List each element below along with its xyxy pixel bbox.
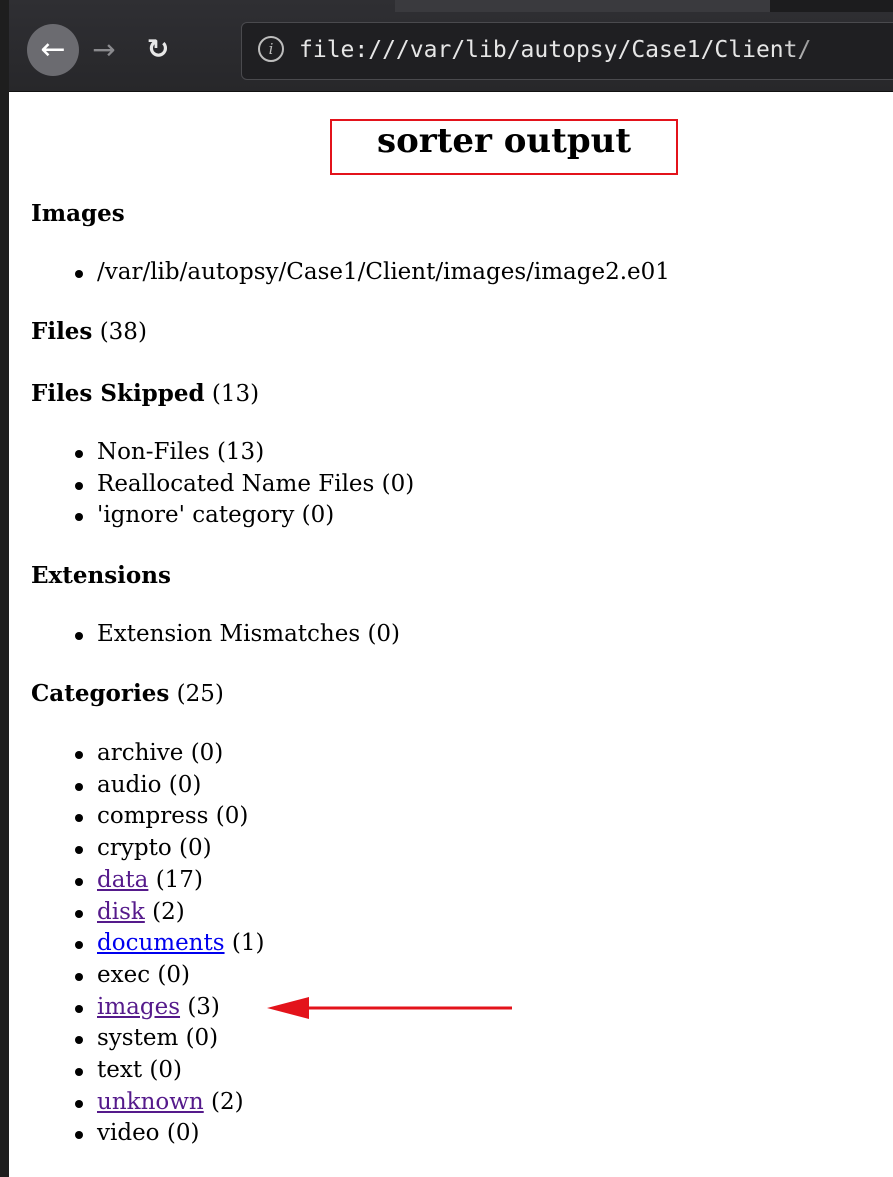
category-item-crypto: crypto (0)	[31, 833, 264, 865]
reload-button[interactable]: ↻	[138, 24, 178, 76]
categories-heading: Categories (25)	[31, 679, 224, 709]
skipped-item: Reallocated Name Files (0)	[31, 469, 414, 501]
category-item-data[interactable]: data (17)	[31, 865, 264, 897]
skipped-heading-label: Files Skipped	[31, 380, 205, 407]
url-bar[interactable]: i file:///var/lib/autopsy/Case1/Client/	[241, 22, 893, 80]
url-text[interactable]: file:///var/lib/autopsy/Case1/Client/	[299, 35, 849, 65]
tab-strip	[395, 0, 770, 12]
category-item-video: video (0)	[31, 1118, 264, 1150]
category-count: (0)	[168, 771, 202, 798]
category-count: (17)	[155, 866, 203, 893]
skipped-item: Non-Files (13)	[31, 437, 414, 469]
arrow-head	[267, 997, 309, 1019]
skipped-list: Non-Files (13) Reallocated Name Files (0)…	[31, 437, 414, 532]
categories-list: archive (0) audio (0) compress (0) crypto (…	[31, 738, 264, 1150]
info-icon[interactable]: i	[258, 36, 284, 62]
arrow-left-icon: ←	[40, 32, 66, 67]
files-count: (38)	[99, 319, 147, 345]
category-item-audio: audio (0)	[31, 770, 264, 802]
category-name: audio	[97, 771, 162, 798]
category-count: (0)	[149, 1057, 182, 1084]
extensions-list: Extension Mismatches (0)	[31, 619, 400, 651]
category-count: (0)	[185, 1025, 219, 1052]
category-name: crypto	[97, 835, 172, 862]
skipped-count: (13)	[211, 381, 260, 407]
back-button[interactable]: ←	[27, 24, 79, 76]
image-path-item: /var/lib/autopsy/Case1/Client/images/ima…	[31, 257, 670, 289]
category-count: (2)	[152, 898, 185, 925]
category-link-data[interactable]: data	[97, 867, 148, 893]
extension-item: Extension Mismatches (0)	[31, 619, 400, 651]
category-item-text: text (0)	[31, 1055, 264, 1087]
extensions-heading: Extensions	[31, 561, 171, 591]
tab-strip-end	[770, 0, 893, 12]
category-name: exec	[97, 961, 151, 988]
images-heading-label: Images	[31, 200, 125, 227]
files-heading: Files (38)	[31, 317, 147, 347]
category-name: video	[97, 1120, 160, 1147]
category-name: system	[97, 1025, 179, 1052]
category-count: (3)	[187, 993, 220, 1020]
category-name: compress	[97, 803, 209, 830]
category-count: (1)	[231, 930, 265, 957]
category-link-disk[interactable]: disk	[97, 899, 145, 925]
category-item-documents[interactable]: documents (1)	[31, 928, 264, 960]
images-heading: Images	[31, 199, 125, 229]
skipped-heading: Files Skipped (13)	[31, 379, 259, 409]
category-item-images[interactable]: images (3)	[31, 992, 264, 1024]
category-item-disk[interactable]: disk (2)	[31, 897, 264, 929]
skipped-item: 'ignore' category (0)	[31, 500, 414, 532]
category-link-documents[interactable]: documents	[97, 930, 225, 956]
category-item-archive: archive (0)	[31, 738, 264, 770]
category-name: archive	[97, 740, 184, 766]
forward-button[interactable]: →	[86, 24, 122, 76]
files-heading-label: Files	[31, 318, 93, 345]
category-name: text	[97, 1057, 143, 1084]
categories-count: (25)	[176, 681, 224, 707]
category-count: (2)	[211, 1088, 244, 1115]
arrow-right-icon: →	[92, 33, 116, 66]
categories-heading-label: Categories	[31, 680, 170, 707]
category-item-system: system (0)	[31, 1023, 264, 1055]
category-count: (0)	[179, 835, 212, 862]
browser-toolbar: ← → ↻ i file:///var/lib/autopsy/Case1/Cl…	[0, 0, 893, 92]
category-count: (0)	[215, 803, 249, 830]
annotation-arrow	[267, 997, 512, 1019]
reload-icon: ↻	[146, 34, 170, 65]
category-link-images[interactable]: images	[97, 994, 180, 1020]
category-count: (0)	[157, 961, 190, 988]
category-item-compress: compress (0)	[31, 801, 264, 833]
page-title: sorter output	[330, 119, 678, 175]
category-item-unknown[interactable]: unknown (2)	[31, 1087, 264, 1119]
browser-window: ← → ↻ i file:///var/lib/autopsy/Case1/Cl…	[0, 0, 893, 1177]
category-link-unknown[interactable]: unknown	[97, 1089, 204, 1115]
category-count: (0)	[166, 1120, 200, 1147]
extensions-heading-label: Extensions	[31, 562, 171, 589]
category-item-exec: exec (0)	[31, 960, 264, 992]
window-left-border	[0, 0, 9, 1177]
category-count: (0)	[190, 740, 224, 766]
images-list: /var/lib/autopsy/Case1/Client/images/ima…	[31, 257, 670, 289]
